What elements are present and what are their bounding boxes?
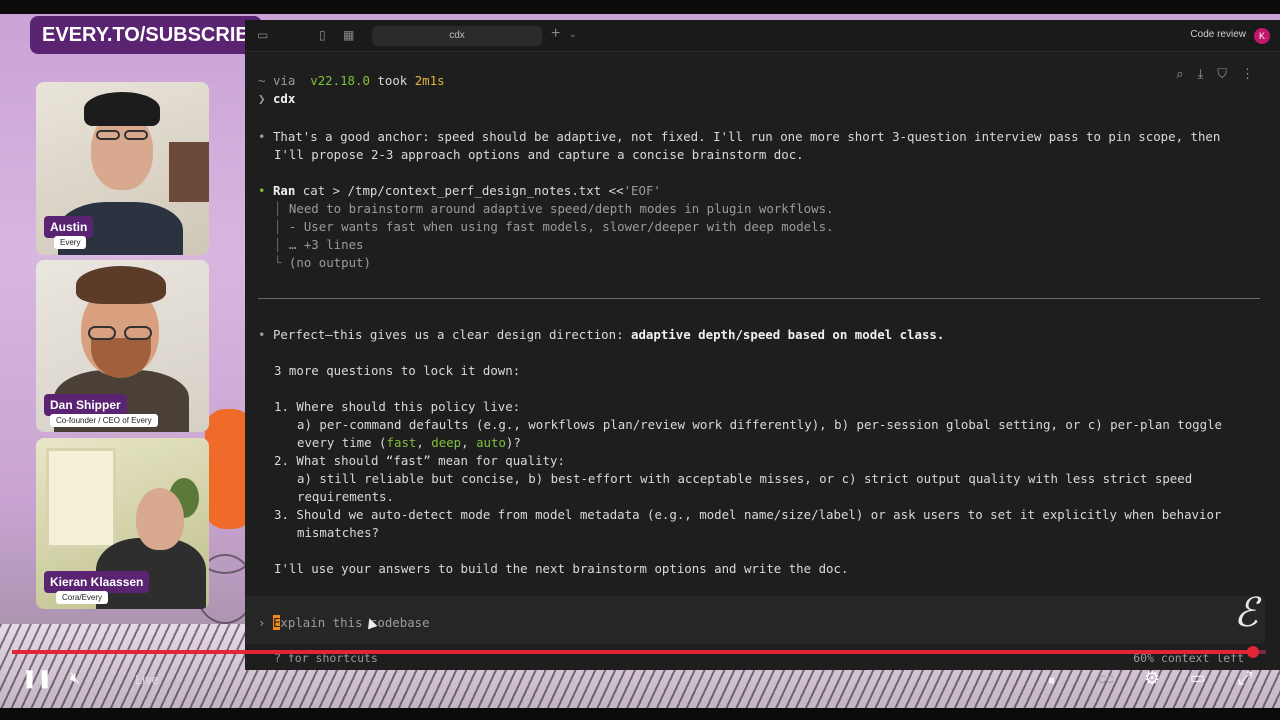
closing-message: I'll use your answers to build the next … bbox=[274, 561, 849, 576]
command-duration: 2m1s bbox=[414, 73, 445, 88]
tab-cdx[interactable]: cdx bbox=[372, 26, 542, 46]
message-text: Perfect—this gives us a clear design dir… bbox=[272, 327, 632, 342]
output-text: - User wants fast when using fast models… bbox=[288, 219, 834, 234]
prompt-tilde: ~ bbox=[258, 73, 266, 88]
question-3-line: 3. Should we auto-detect mode from model… bbox=[274, 507, 1222, 522]
questions-intro: 3 more questions to lock it down: bbox=[274, 363, 521, 378]
output-line: └ (no output) bbox=[274, 255, 371, 270]
live-button[interactable]: Live bbox=[124, 668, 170, 692]
question-3-line: mismatches? bbox=[297, 525, 380, 540]
theater-mode-icon[interactable]: ▭ bbox=[1190, 668, 1205, 688]
message-1-line-2: I'll propose 2-3 approach options and ca… bbox=[274, 147, 804, 162]
new-tab-icon[interactable]: + bbox=[551, 25, 560, 43]
question-2-line: a) still reliable but concise, b) best-e… bbox=[297, 471, 1193, 486]
top-letterbox bbox=[0, 0, 1280, 14]
prompt-chevron-icon: › bbox=[258, 615, 266, 630]
prompt-input[interactable]: › Explain this codebase bbox=[258, 615, 430, 630]
output-text: Need to brainstorm around adaptive speed… bbox=[288, 201, 834, 216]
question-text: )? bbox=[505, 435, 521, 450]
heredoc-marker: 'EOF' bbox=[623, 183, 661, 198]
input-placeholder: xplain this codebase bbox=[280, 615, 430, 630]
window-titlebar: ▭ ▯ ▦ cdx + ⌄ Code review K bbox=[245, 20, 1280, 52]
glasses bbox=[124, 326, 152, 340]
node-version: v22.18.0 bbox=[310, 73, 370, 88]
question-text: every time ( bbox=[297, 435, 387, 450]
paperclip-icon[interactable]: ⌕ bbox=[1176, 66, 1183, 82]
progress-fill bbox=[12, 650, 1254, 654]
question-1-line: a) per-command defaults (e.g., workflows… bbox=[297, 417, 1223, 432]
bookshelf bbox=[169, 142, 209, 202]
prompt-line: ~ via v22.18.0 took 2m1s bbox=[258, 73, 445, 88]
code-review-button[interactable]: Code review bbox=[1190, 29, 1246, 40]
autoplay-toggle-icon[interactable]: ⏸ bbox=[1048, 672, 1055, 689]
terminal-toolbar: ⌕ ⤓ ⛉ ⋮ bbox=[1176, 66, 1254, 82]
option-code: deep bbox=[431, 435, 462, 450]
ran-command: cat > /tmp/context_perf_design_notes.txt… bbox=[302, 183, 624, 198]
option-code: fast bbox=[386, 435, 417, 450]
download-icon[interactable]: ⤓ bbox=[1197, 66, 1203, 82]
gear-icon[interactable]: ⚙ bbox=[1144, 668, 1160, 689]
glasses bbox=[96, 130, 120, 140]
fullscreen-icon[interactable]: ⤢ bbox=[1238, 668, 1252, 689]
bullet-icon: • bbox=[258, 183, 266, 198]
cap bbox=[84, 92, 160, 126]
prompt-chevron-icon: ❯ bbox=[258, 91, 266, 106]
subscribe-banner: EVERY.TO/SUBSCRIBE bbox=[30, 16, 262, 54]
person-head bbox=[136, 488, 184, 550]
message-emphasis: adaptive depth/speed based on model clas… bbox=[631, 327, 945, 342]
glasses bbox=[124, 130, 148, 140]
output-line: │ Need to brainstorm around adaptive spe… bbox=[274, 201, 834, 216]
glasses bbox=[88, 326, 116, 340]
message-text: That's a good anchor: speed should be ad… bbox=[272, 129, 1221, 144]
participant-name: Austin bbox=[44, 216, 94, 238]
video-tile-austin: Austin Every bbox=[36, 82, 209, 255]
message-1-line-1: • That's a good anchor: speed should be … bbox=[258, 129, 1220, 144]
command-text: cdx bbox=[272, 91, 296, 106]
captions-icon[interactable]: CC bbox=[1098, 674, 1114, 686]
terminal-window: ▭ ▯ ▦ cdx + ⌄ Code review K ⌕ ⤓ ⛉ ⋮ ~ vi… bbox=[245, 20, 1280, 670]
ran-label: Ran bbox=[272, 183, 296, 198]
participant-name: Kieran Klaassen bbox=[44, 571, 150, 593]
question-2-title: 2. What should “fast” mean for quality: bbox=[274, 453, 565, 468]
bullet-icon: • bbox=[258, 129, 266, 144]
hair bbox=[76, 266, 166, 304]
filter-icon[interactable]: ⛉ bbox=[1217, 66, 1227, 82]
prompt-via: via bbox=[272, 73, 296, 88]
message-2-line: • Perfect—this gives us a clear design d… bbox=[258, 327, 944, 342]
option-code: auto bbox=[476, 435, 506, 450]
window-controls-icon[interactable]: ▭ bbox=[257, 28, 268, 42]
grid-icon[interactable]: ▦ bbox=[343, 28, 354, 42]
output-text: … +3 lines bbox=[288, 237, 364, 252]
output-text: (no output) bbox=[288, 255, 371, 270]
progress-bar[interactable] bbox=[12, 646, 1266, 658]
bullet-icon: • bbox=[258, 327, 266, 342]
ran-command-line: • Ran cat > /tmp/context_perf_design_not… bbox=[258, 183, 661, 198]
question-1-line: every time (fast, deep, auto)? bbox=[297, 435, 521, 450]
command-line: ❯ cdx bbox=[258, 91, 295, 106]
prompt-took: took bbox=[377, 73, 408, 88]
every-logo-icon: ℰ bbox=[1233, 590, 1258, 636]
output-line: │ … +3 lines bbox=[274, 237, 364, 252]
pause-icon[interactable]: ❚❚ bbox=[22, 668, 52, 689]
sidebar-toggle-icon[interactable]: ▯ bbox=[319, 28, 326, 42]
participant-role: Cora/Every bbox=[56, 591, 109, 604]
participant-role: Every bbox=[54, 236, 87, 249]
avatar[interactable]: K bbox=[1254, 28, 1270, 44]
question-2-line: requirements. bbox=[297, 489, 394, 504]
participant-name: Dan Shipper bbox=[44, 394, 127, 416]
output-line: │ - User wants fast when using fast mode… bbox=[274, 219, 834, 234]
more-icon[interactable]: ⋮ bbox=[1241, 66, 1254, 82]
mute-icon[interactable]: 🔇︎ bbox=[70, 670, 80, 688]
video-tile-kieran: Kieran Klaassen Cora/Every bbox=[36, 438, 209, 609]
bottom-letterbox bbox=[0, 708, 1280, 720]
video-tile-dan: Dan Shipper Co-founder / CEO of Every bbox=[36, 260, 209, 432]
prompt-input-box[interactable]: › Explain this codebase bbox=[245, 596, 1265, 644]
question-1-title: 1. Where should this policy live: bbox=[274, 399, 521, 414]
window bbox=[46, 448, 116, 548]
divider bbox=[258, 298, 1260, 299]
chevron-down-icon[interactable]: ⌄ bbox=[569, 29, 577, 40]
participant-role: Co-founder / CEO of Every bbox=[50, 414, 158, 427]
